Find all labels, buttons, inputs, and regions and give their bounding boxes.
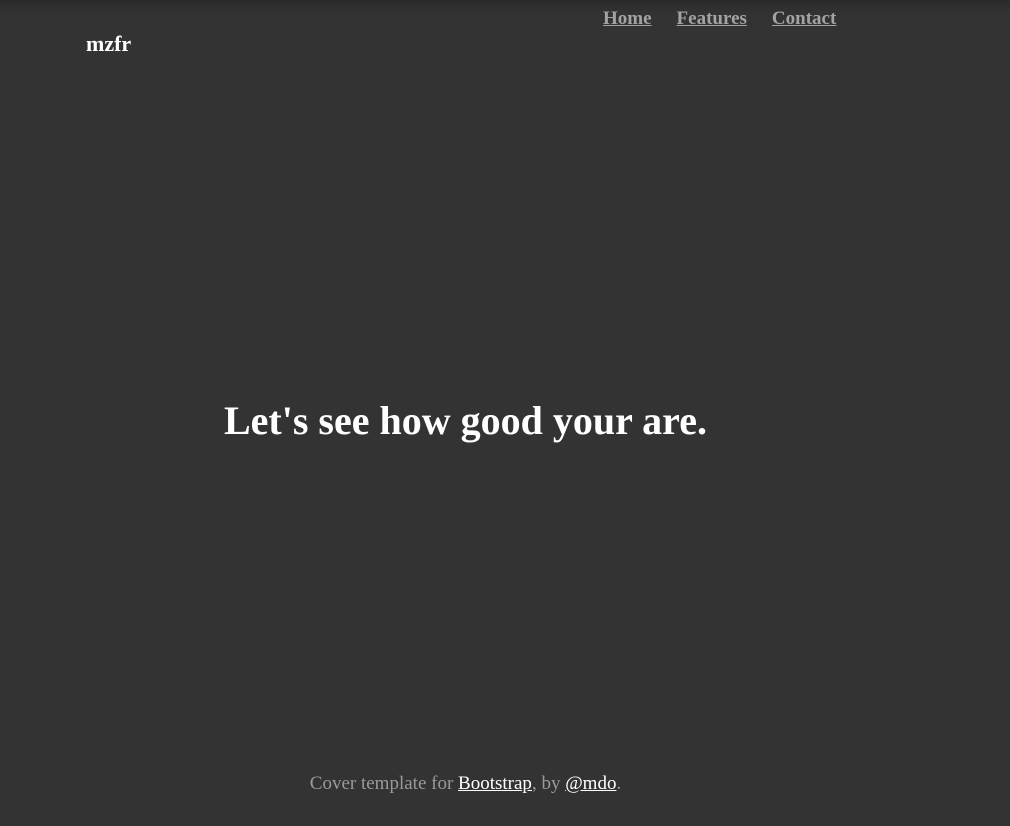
cover-heading: Let's see how good your are.	[224, 398, 707, 443]
brand-title: mzfr	[86, 31, 132, 56]
nav-link-features[interactable]: Features	[677, 7, 747, 31]
footer-text-middle: , by	[531, 773, 566, 794]
nav-link-home[interactable]: Home	[603, 7, 652, 31]
mdo-link[interactable]: @mdo	[565, 773, 616, 794]
top-shadow	[0, 0, 1010, 14]
nav-link-contact[interactable]: Contact	[772, 7, 836, 31]
main-nav: Home Features Contact	[603, 7, 836, 31]
footer-text-after: .	[616, 773, 622, 794]
bootstrap-link[interactable]: Bootstrap	[458, 773, 532, 794]
footer-text-before: Cover template for	[309, 773, 459, 794]
footer: Cover template for Bootstrap, by @mdo.	[0, 772, 931, 796]
